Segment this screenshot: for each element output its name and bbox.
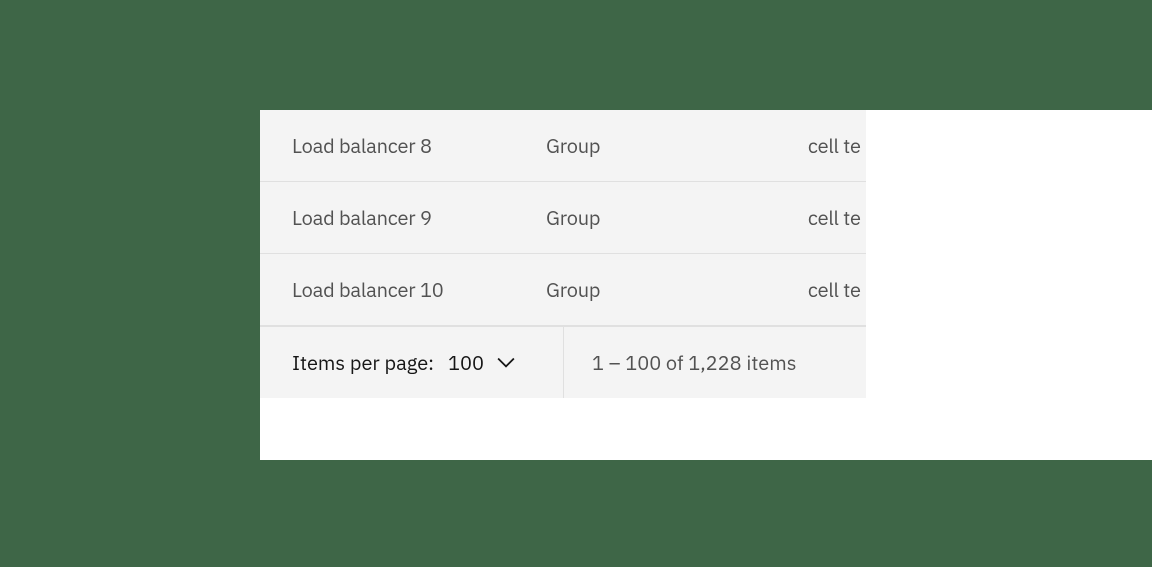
pagination-bar: Items per page: 100 1 – 100 of 1,228 ite… <box>260 326 866 398</box>
cell-name: Load balancer 8 <box>292 132 546 159</box>
items-per-page-select[interactable]: 100 <box>448 349 516 376</box>
table-row[interactable]: Load balancer 8 Group cell te <box>260 110 866 182</box>
chevron-down-icon <box>496 353 516 373</box>
cell-extra: cell te <box>808 132 866 159</box>
pagination-range: 1 – 100 of 1,228 items <box>592 349 796 376</box>
items-per-page-label: Items per page: <box>292 349 434 376</box>
items-per-page-value: 100 <box>448 349 484 376</box>
cell-group: Group <box>546 132 808 159</box>
data-table: Load balancer 8 Group cell te Load balan… <box>260 110 866 398</box>
cell-extra: cell te <box>808 276 866 303</box>
cell-group: Group <box>546 204 808 231</box>
table-row[interactable]: Load balancer 9 Group cell te <box>260 182 866 254</box>
cell-extra: cell te <box>808 204 866 231</box>
cell-group: Group <box>546 276 808 303</box>
cell-name: Load balancer 10 <box>292 276 546 303</box>
cell-name: Load balancer 9 <box>292 204 546 231</box>
table-row[interactable]: Load balancer 10 Group cell te <box>260 254 866 326</box>
